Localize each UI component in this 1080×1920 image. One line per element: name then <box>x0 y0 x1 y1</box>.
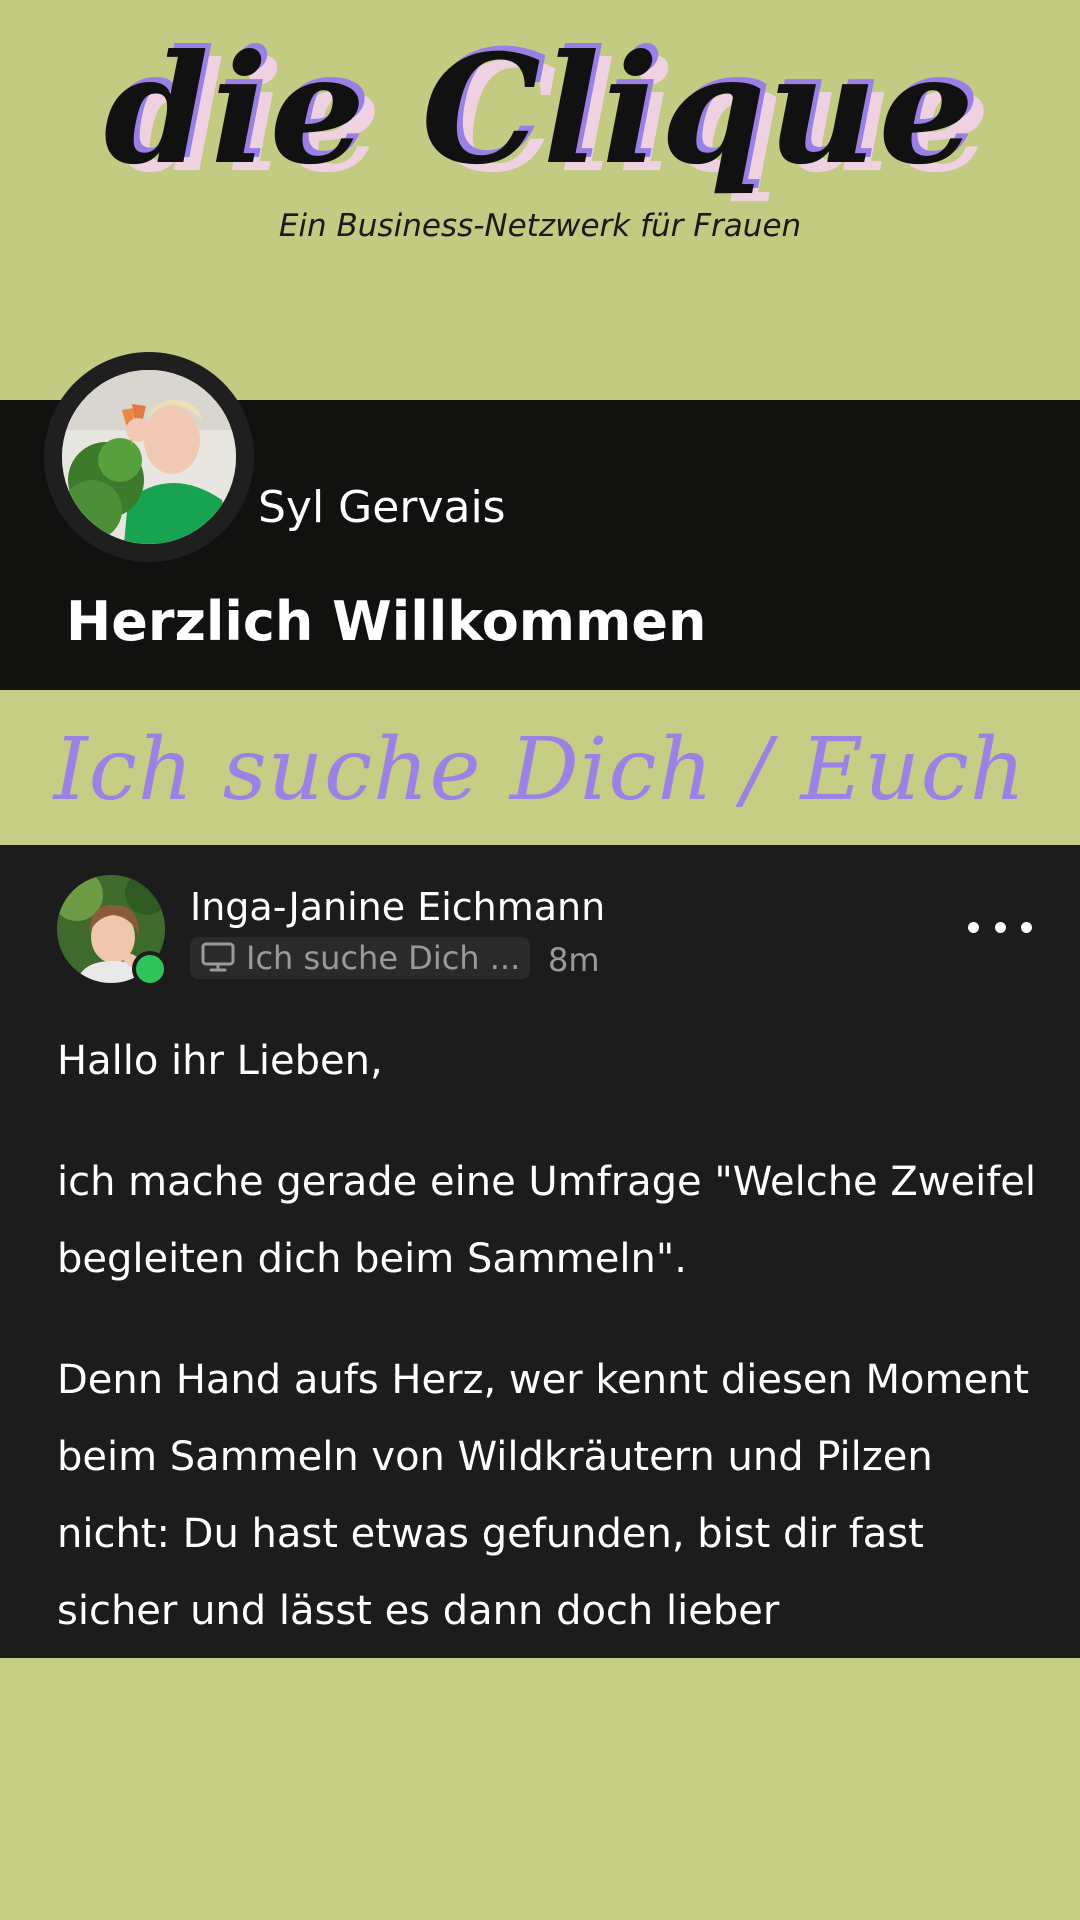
space-chip-label: Ich suche Dich ... <box>246 939 521 977</box>
space-chip[interactable]: Ich suche Dich ... <box>190 937 531 979</box>
post-card[interactable]: Inga-Janine Eichmann Ich suche Dich ... … <box>0 845 1080 1658</box>
post-timestamp: 8m <box>548 941 600 979</box>
post-paragraph: ich mache gerade eine Umfrage "Welche Zw… <box>57 1159 1037 1282</box>
online-status-indicator <box>132 951 168 987</box>
dot-icon <box>968 921 979 933</box>
profile-avatar[interactable] <box>62 370 236 544</box>
profile-avatar-image <box>62 370 236 544</box>
post-paragraph: Denn Hand aufs Herz, wer kennt diesen Mo… <box>57 1357 1030 1634</box>
logo-title: die Clique <box>103 22 977 198</box>
logo[interactable]: die Clique Ein Business-Netzwerk für Fra… <box>0 10 1080 250</box>
welcome-heading: Herzlich Willkommen <box>66 590 707 653</box>
post-author-name[interactable]: Inga-Janine Eichmann <box>190 885 605 929</box>
dot-icon <box>1021 921 1032 933</box>
space-title: Ich suche Dich / Euch <box>53 720 1027 820</box>
profile-name[interactable]: Syl Gervais <box>258 482 506 533</box>
post-paragraph: Hallo ihr Lieben, <box>57 1038 383 1084</box>
dot-icon <box>994 921 1006 933</box>
post-body: Hallo ihr Lieben, ich mache gerade eine … <box>57 1023 1037 1658</box>
logo-subtitle: Ein Business-Netzwerk für Frauen <box>278 208 802 244</box>
monitor-icon <box>201 942 235 972</box>
more-options-button[interactable] <box>968 911 1032 943</box>
